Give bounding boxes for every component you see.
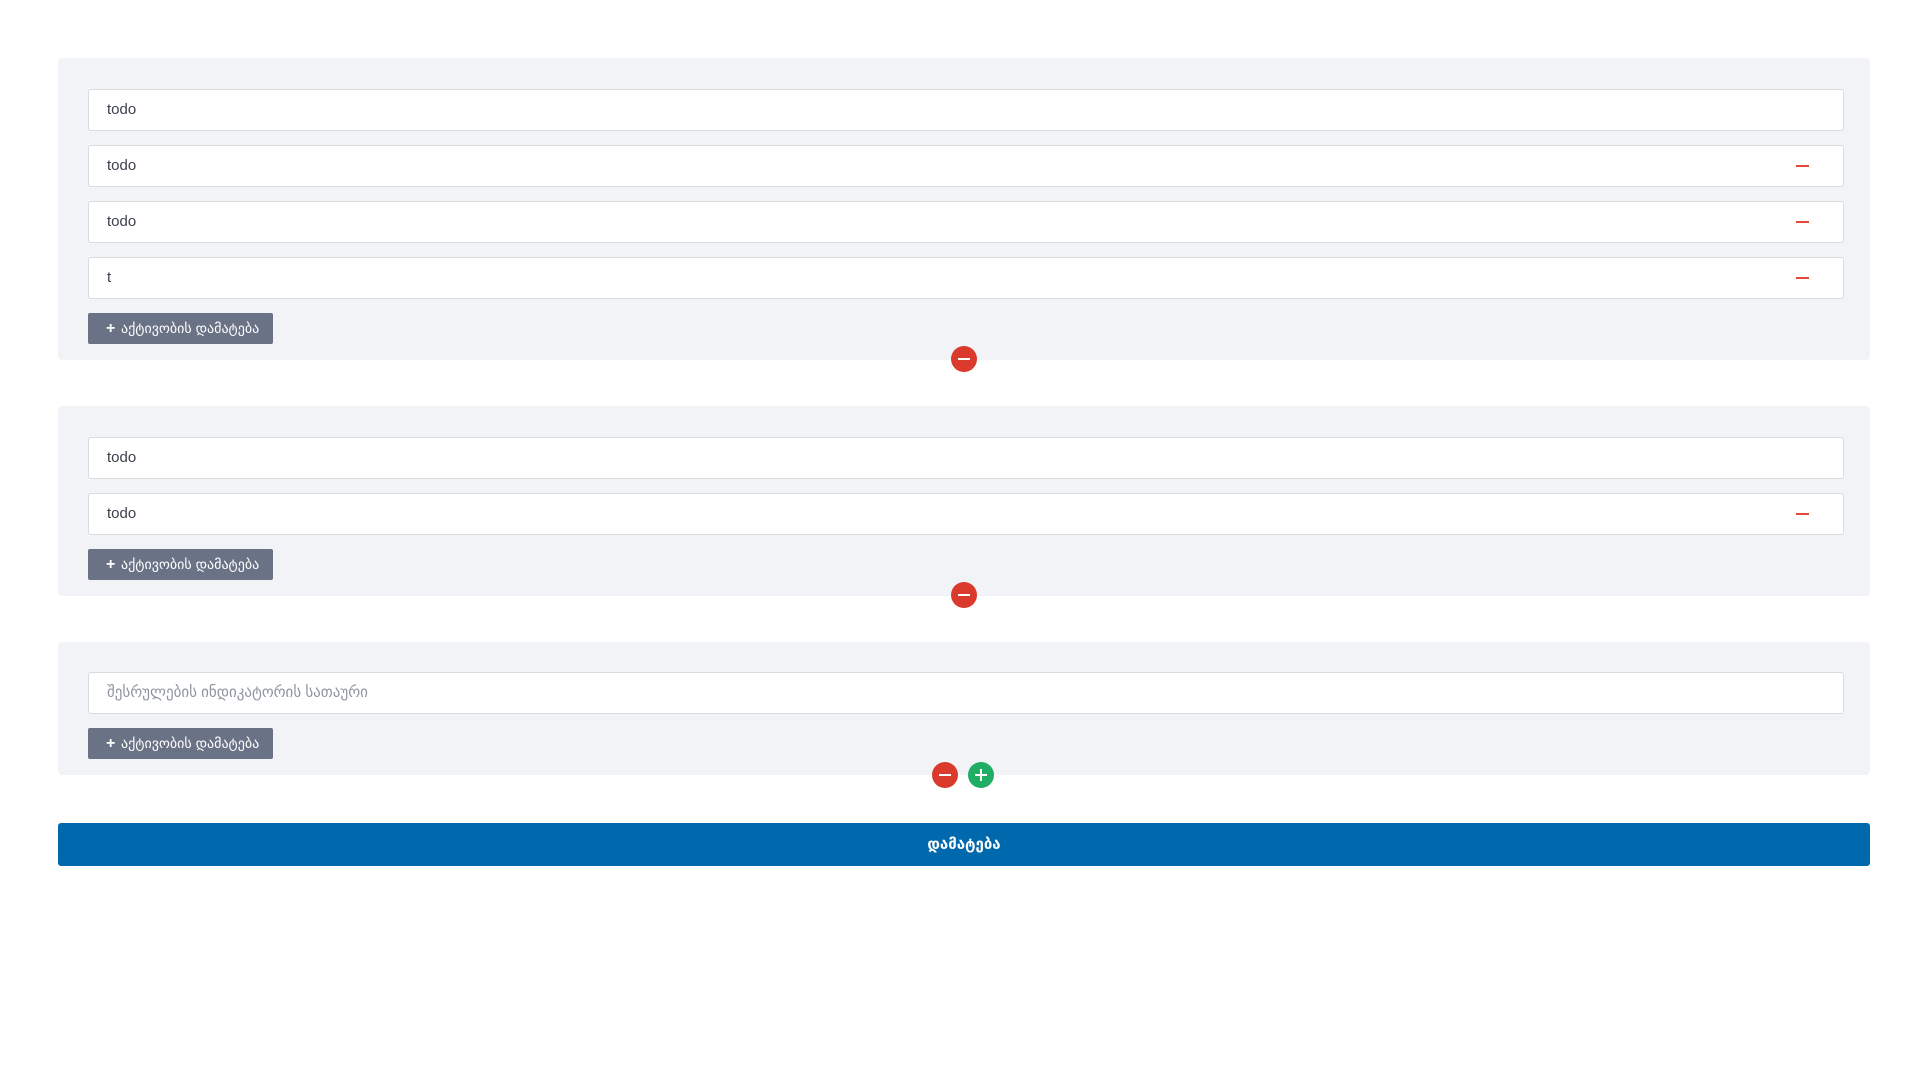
add-activity-button[interactable]: + აქტივობის დამატება — [88, 728, 273, 759]
indicator-title-field[interactable]: შესრულების ინდიკატორის სათაური — [88, 672, 1844, 714]
activity-field-value: todo — [107, 449, 137, 466]
remove-group-minus-circle-icon[interactable] — [951, 346, 977, 372]
activity-field-value: todo — [107, 157, 137, 174]
form-container: todo todo todo t + აქტივობის დამატება to… — [0, 0, 1920, 1080]
activity-field[interactable]: todo — [88, 145, 1844, 187]
remove-group-minus-circle-icon[interactable] — [951, 582, 977, 608]
add-group-plus-circle-icon[interactable] — [968, 762, 994, 788]
activity-field[interactable]: todo — [88, 493, 1844, 535]
activity-field[interactable]: t — [88, 257, 1844, 299]
activity-field-value: todo — [107, 213, 137, 230]
add-activity-label: აქტივობის დამატება — [121, 735, 260, 751]
add-activity-button[interactable]: + აქტივობის დამატება — [88, 549, 273, 580]
activity-field[interactable]: todo — [88, 89, 1844, 131]
remove-activity-minus-icon[interactable] — [1796, 165, 1809, 167]
indicator-group-3: შესრულების ინდიკატორის სათაური + აქტივობ… — [58, 642, 1870, 775]
indicator-group-2: todo todo + აქტივობის დამატება — [58, 406, 1870, 596]
indicator-title-placeholder: შესრულების ინდიკატორის სათაური — [107, 684, 368, 701]
add-activity-button[interactable]: + აქტივობის დამატება — [88, 313, 273, 344]
remove-activity-minus-icon[interactable] — [1796, 513, 1809, 515]
plus-icon: + — [106, 735, 116, 752]
activity-field-value: todo — [107, 101, 137, 118]
add-activity-label: აქტივობის დამატება — [121, 320, 260, 336]
remove-group-minus-circle-icon[interactable] — [932, 762, 958, 788]
activity-field[interactable]: todo — [88, 201, 1844, 243]
plus-icon: + — [106, 320, 116, 337]
add-activity-label: აქტივობის დამატება — [121, 556, 260, 572]
activity-field[interactable]: todo — [88, 437, 1844, 479]
activity-field-value: todo — [107, 505, 137, 522]
remove-activity-minus-icon[interactable] — [1796, 277, 1809, 279]
plus-icon: + — [106, 556, 116, 573]
indicator-group-1: todo todo todo t + აქტივობის დამატება — [58, 58, 1870, 360]
activity-field-value: t — [107, 269, 112, 286]
remove-activity-minus-icon[interactable] — [1796, 221, 1809, 223]
submit-add-button[interactable]: დამატება — [58, 823, 1870, 866]
